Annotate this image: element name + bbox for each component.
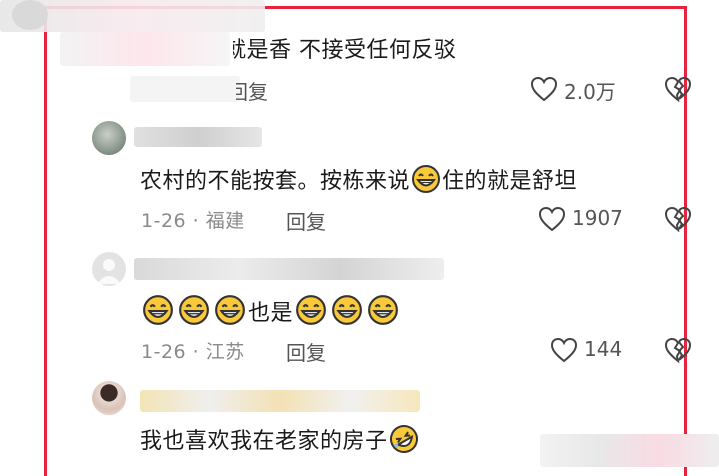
- avatar: [92, 381, 126, 415]
- like-count: 144: [584, 337, 623, 361]
- grinning-face-icon: [412, 165, 441, 193]
- like-count: 1907: [572, 206, 623, 230]
- blurred-text: [60, 32, 230, 66]
- like-count: 2.0万: [564, 80, 616, 104]
- grinning-face-icon: [296, 295, 326, 325]
- comment-text-middle: 也是: [248, 301, 294, 326]
- comment-text-part-1: 农村的不能按套。按栋来说: [140, 169, 411, 194]
- blurred-username: [140, 390, 420, 412]
- comment-text-part-2: 住的就是舒坦: [442, 169, 578, 194]
- comment-text: 我也喜欢我在老家的房子: [140, 424, 420, 457]
- date-location: 1-26 · 江苏: [141, 341, 245, 363]
- grinning-face-icon: [332, 295, 362, 325]
- dislike-heart-icon[interactable]: [664, 76, 692, 102]
- comment-text: 也是: [140, 294, 401, 329]
- comment-text-body: 我也喜欢我在老家的房子: [140, 429, 388, 454]
- grinning-face-icon: [143, 295, 173, 325]
- comment-text: 农村的不能按套。按栋来说 住的就是舒坦: [140, 164, 577, 197]
- emoji-group-left: [140, 295, 248, 326]
- reply-button[interactable]: 回复: [286, 337, 326, 366]
- blurred-corner: [540, 434, 719, 467]
- blurred-username: [134, 127, 262, 147]
- heart-icon[interactable]: [550, 337, 578, 363]
- grinning-face-icon: [368, 295, 398, 325]
- grinning-face-icon: [179, 295, 209, 325]
- heart-icon[interactable]: [530, 76, 558, 102]
- date-location: 1-26 · 福建: [141, 210, 245, 232]
- grinning-face-icon: [215, 295, 245, 325]
- avatar: [12, 0, 48, 30]
- reply-button[interactable]: 回复: [286, 206, 326, 235]
- comment-text: 就是香 不接受任何反驳: [224, 38, 457, 63]
- dislike-heart-icon[interactable]: [664, 337, 692, 363]
- rolling-on-floor-laughing-icon: [389, 425, 418, 453]
- avatar: [92, 121, 126, 155]
- blurred-username: [134, 258, 444, 280]
- blurred-meta: [130, 76, 240, 102]
- default-avatar-icon: [92, 252, 126, 286]
- emoji-group-right: [293, 295, 401, 326]
- dislike-heart-icon[interactable]: [664, 206, 692, 232]
- heart-icon[interactable]: [538, 206, 566, 232]
